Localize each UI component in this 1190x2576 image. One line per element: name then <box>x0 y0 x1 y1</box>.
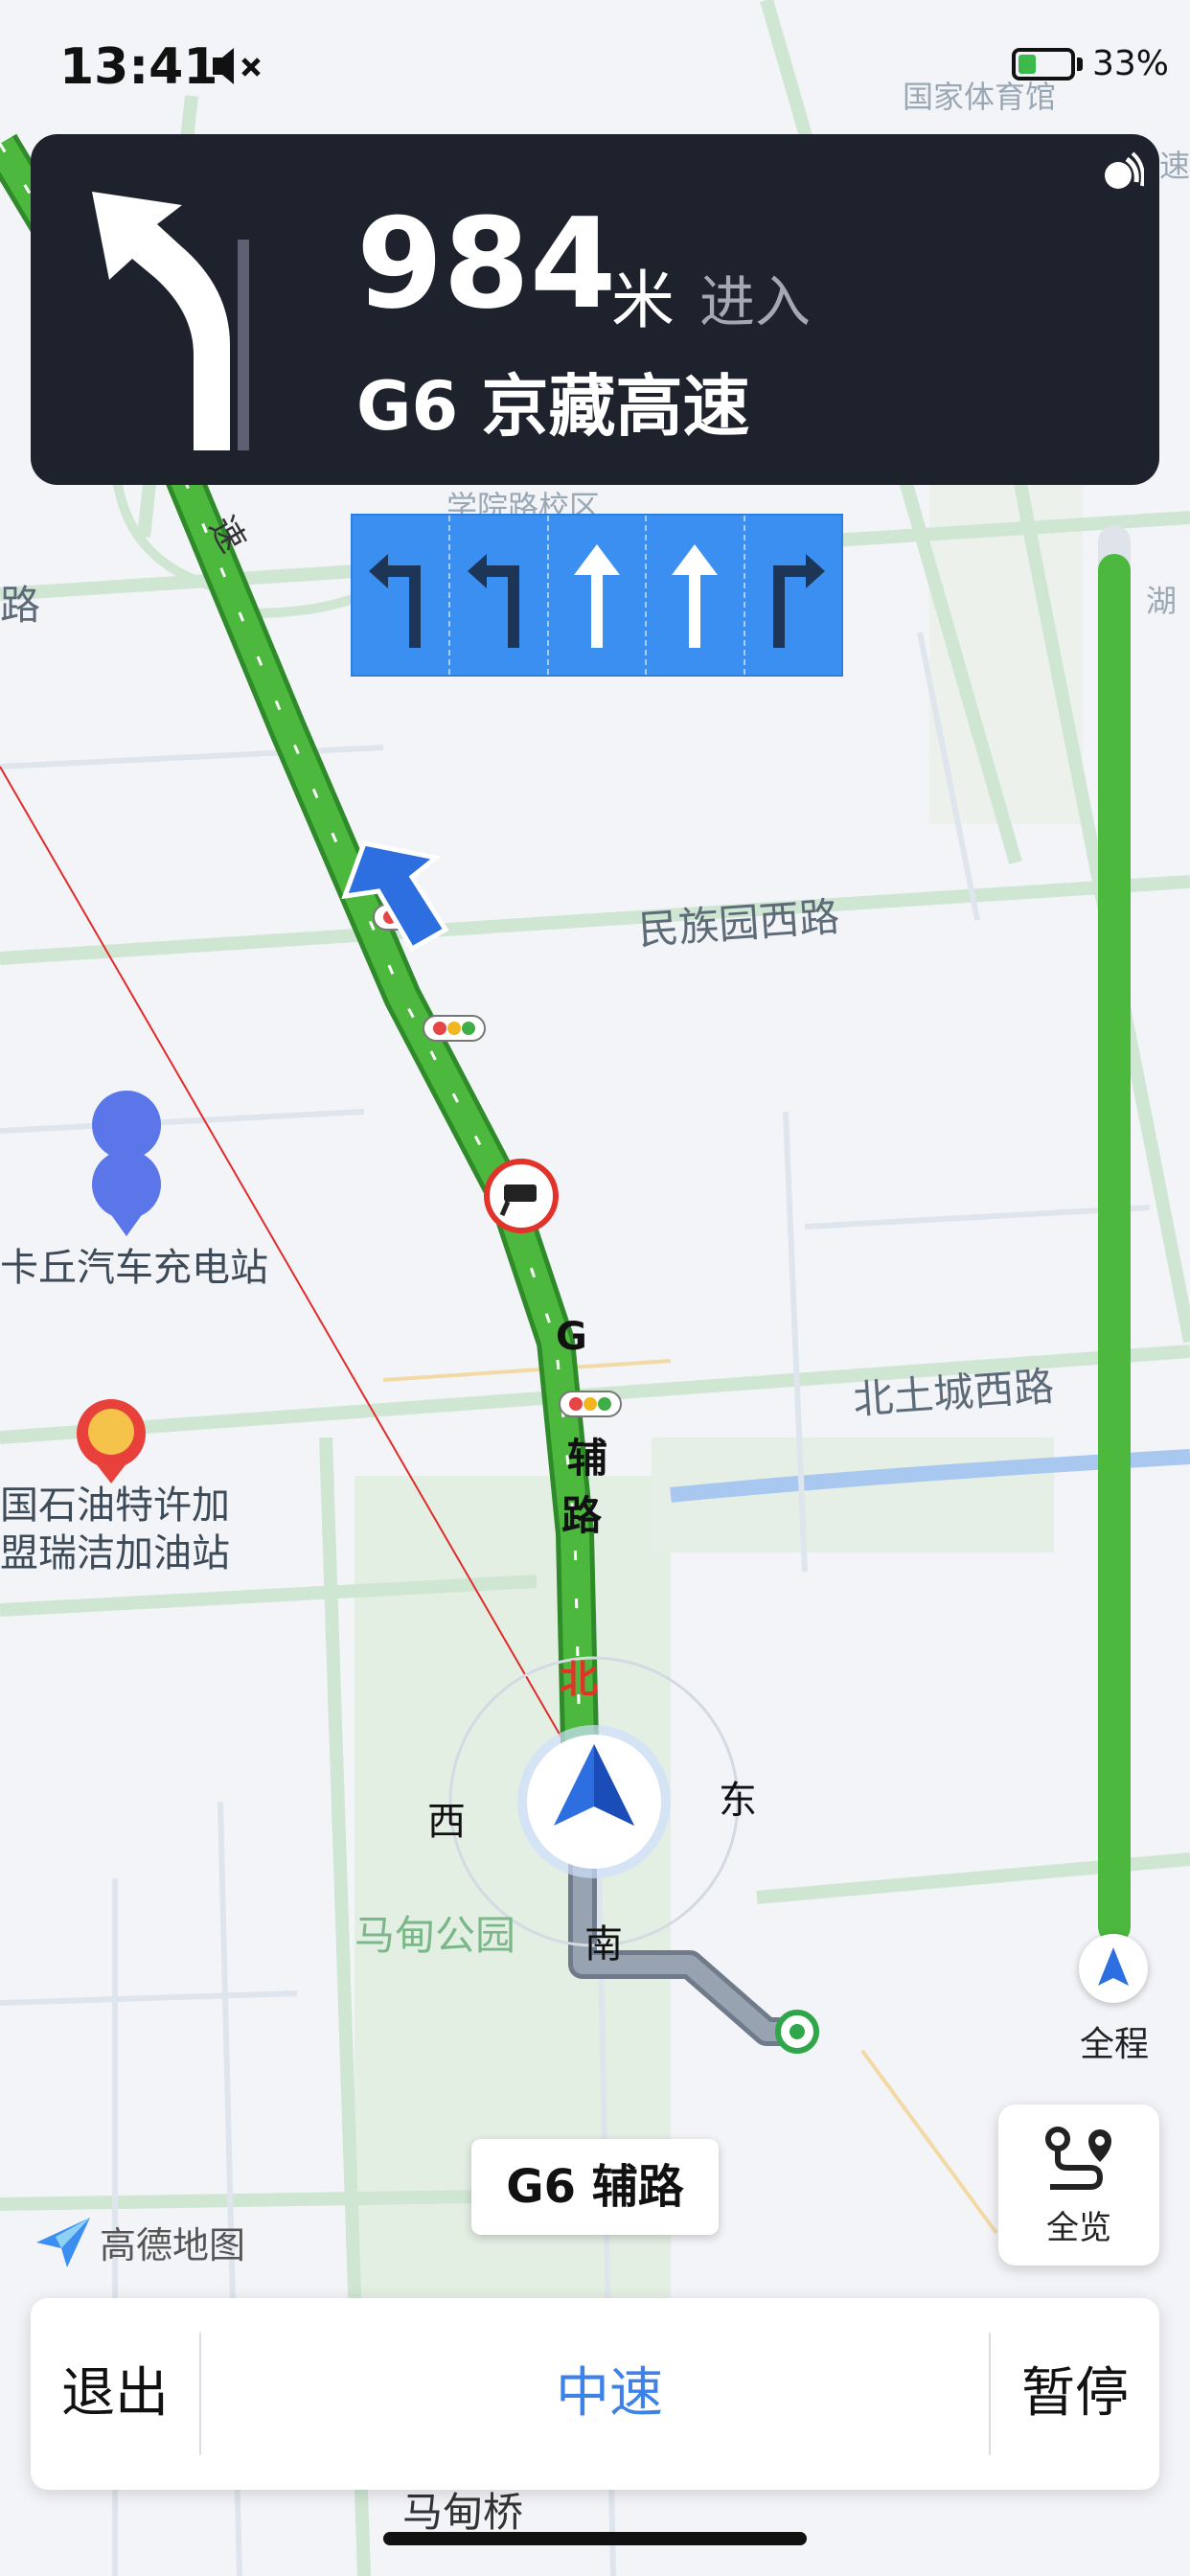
left-turn-icon <box>467 554 519 648</box>
route-progress-fill <box>1098 553 1131 1944</box>
map-label-top-right-fragment: 速 <box>1159 148 1190 184</box>
lane-straight-2 <box>647 516 745 675</box>
compass-west: 西 <box>427 1800 466 1844</box>
battery-percent: 33% <box>1092 44 1170 83</box>
amap-logo <box>36 2218 90 2267</box>
overview-button[interactable]: 全览 <box>998 2104 1159 2266</box>
poi-gas-station-label-line1[interactable]: 国石油特许加 <box>0 1482 230 1530</box>
progress-label: 全程 <box>1079 2025 1149 2064</box>
status-bar: 13:41 33% <box>0 0 1190 134</box>
poi-charging-station-label[interactable]: 卡丘汽车充电站 <box>0 1244 268 1292</box>
distance-unit: 米 <box>611 264 675 337</box>
mute-icon <box>213 48 261 84</box>
route-progress-bar <box>1098 525 1131 1944</box>
left-turn-arrow-icon <box>92 192 249 450</box>
guidance-action: 进入 <box>699 269 812 334</box>
battery-icon <box>1012 48 1075 80</box>
distance-value: 984 <box>356 191 617 336</box>
lane-left-2 <box>450 516 549 675</box>
route-overview-icon <box>1045 2127 1111 2190</box>
exit-button[interactable]: 退出 <box>31 2298 199 2490</box>
lane-left-1 <box>353 516 451 675</box>
voice-broadcast-icon[interactable] <box>1092 150 1144 201</box>
map-label-left-road: 路 <box>0 582 41 629</box>
turn-guidance-card[interactable]: 984 米 进入 G6 京藏高速 <box>31 134 1159 485</box>
pause-button[interactable]: 暂停 <box>991 2298 1159 2490</box>
route-label-fu: 辅 <box>567 1435 608 1482</box>
left-turn-icon <box>369 554 422 648</box>
straight-icon <box>672 544 719 648</box>
route-label-lu: 路 <box>561 1492 603 1539</box>
compass-south: 南 <box>584 1922 623 1966</box>
overview-label: 全览 <box>1046 2209 1111 2247</box>
battery-tip <box>1077 58 1083 71</box>
amap-logo-text: 高德地图 <box>100 2224 246 2266</box>
map-label-right-lake: 湖 <box>1146 583 1178 619</box>
poi-gas-station-label-line2[interactable]: 盟瑞洁加油站 <box>0 1530 230 1577</box>
right-turn-icon <box>772 554 825 648</box>
navigation-arrow-icon <box>1098 1947 1129 1986</box>
straight-icon <box>574 544 621 648</box>
progress-position-marker <box>1079 1934 1148 2003</box>
next-road-name: G6 京藏高速 <box>356 367 750 446</box>
speed-status: 中速 <box>556 2362 663 2425</box>
lane-guidance <box>351 514 843 677</box>
lane-right <box>745 516 841 675</box>
battery-level <box>1018 55 1036 74</box>
route-label-g: G <box>556 1315 587 1359</box>
map-label-madian-park: 马甸公园 <box>355 1912 516 1959</box>
home-indicator[interactable] <box>383 2532 807 2545</box>
compass-east: 东 <box>719 1779 757 1823</box>
status-time: 13:41 <box>59 38 218 96</box>
bottom-control-bar: 退出 中速 暂停 <box>31 2298 1159 2490</box>
compass-north: 北 <box>560 1658 598 1702</box>
current-road-chip: G6 辅路 <box>471 2139 719 2235</box>
lane-straight-1 <box>549 516 648 675</box>
